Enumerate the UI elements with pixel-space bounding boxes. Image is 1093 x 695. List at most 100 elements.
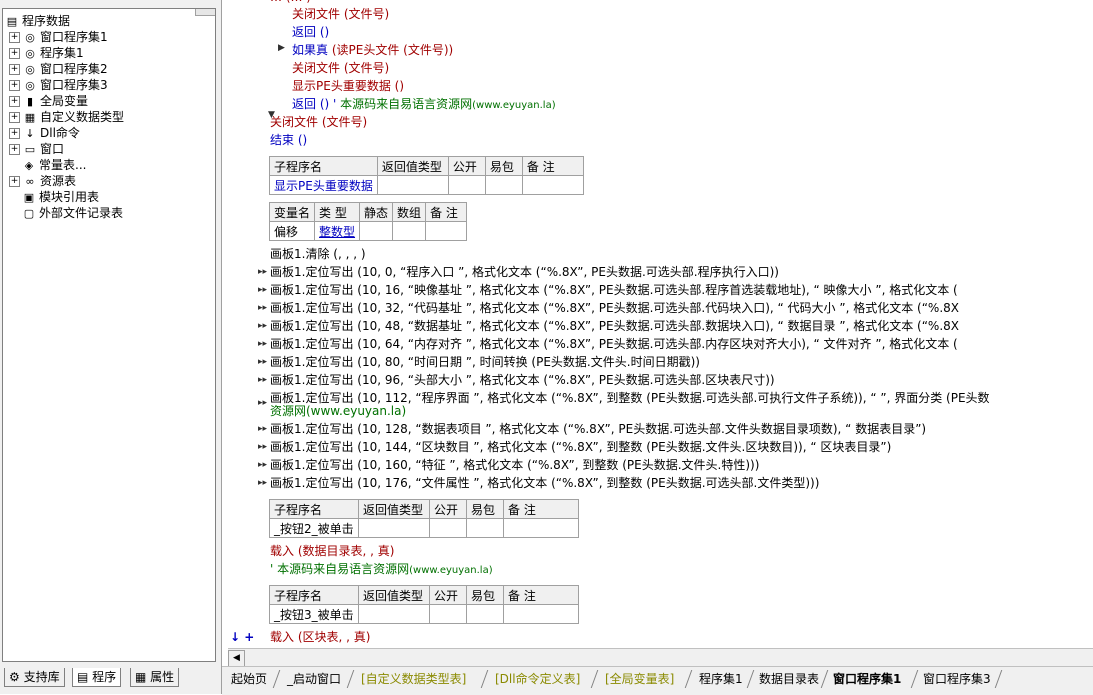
expand-icon[interactable]: + bbox=[9, 80, 20, 91]
collapse-arrows-icon[interactable]: ▸▸ bbox=[258, 478, 267, 488]
scroll-left-icon[interactable]: ◀ bbox=[228, 650, 245, 667]
tab-data-directory[interactable]: 数据目录表 bbox=[756, 670, 822, 688]
expand-icon[interactable]: + bbox=[9, 48, 20, 59]
collapse-arrows-icon[interactable]: ▸▸ bbox=[258, 303, 267, 313]
subroutine-name-cell[interactable]: _按钮2_被单击 bbox=[269, 518, 359, 538]
code-line[interactable]: 返回 () bbox=[292, 23, 329, 41]
collapse-arrows-icon[interactable]: ▸▸ bbox=[258, 267, 267, 277]
tab-program[interactable]: ▤ 程序 bbox=[72, 668, 122, 687]
code-line[interactable]: 如果真 (读PE头文件 (文件号)) bbox=[292, 41, 453, 59]
collapse-arrows-icon[interactable]: ▸▸ bbox=[258, 398, 267, 408]
code-line[interactable]: 关闭文件 (文件号) bbox=[292, 5, 389, 23]
expand-icon[interactable]: + bbox=[9, 144, 20, 155]
tab-properties[interactable]: ▦ 属性 bbox=[130, 668, 180, 687]
tab-dll-commands[interactable]: [Dll命令定义表] bbox=[492, 670, 583, 688]
code-line[interactable]: 画板1.定位写出 (10, 16, “映像基址 ”, 格式化文本 (“%.8X”… bbox=[270, 281, 958, 299]
collapse-arrows-icon[interactable]: ▸▸ bbox=[258, 442, 267, 452]
collapse-arrows-icon[interactable]: ▸▸ bbox=[258, 285, 267, 295]
code-line[interactable]: 画板1.定位写出 (10, 64, “内存对齐 ”, 格式化文本 (“%.8X”… bbox=[270, 335, 958, 353]
tree-root[interactable]: ▤ 程序数据 bbox=[5, 13, 70, 29]
code-line[interactable]: ' 本源码来自易语言资源网(www.eyuyan.la) bbox=[270, 560, 493, 578]
code-line[interactable]: 返回 () ' 本源码来自易语言资源网(www.eyuyan.la) bbox=[292, 95, 556, 113]
cell[interactable] bbox=[503, 518, 579, 538]
code-editor[interactable]: … (… ) 关闭文件 (文件号) 返回 () ▶ 如果真 (读PE头文件 (文… bbox=[222, 0, 1093, 648]
subroutine-table[interactable]: 子程序名 返回值类型 公开 易包 备 注 _按钮2_被单击 bbox=[269, 499, 579, 538]
tree-item-external-files[interactable]: ▢ 外部文件记录表 bbox=[22, 205, 123, 221]
code-line[interactable]: 画板1.定位写出 (10, 0, “程序入口 ”, 格式化文本 (“%.8X”,… bbox=[270, 263, 779, 281]
tab-start-page[interactable]: 起始页 bbox=[228, 670, 270, 688]
tree-item-constants[interactable]: ◈ 常量表... bbox=[22, 157, 87, 173]
expand-icon[interactable]: + bbox=[9, 112, 20, 123]
variable-table[interactable]: 变量名 类 型 静态 数组 备 注 偏移 整数型 bbox=[268, 202, 468, 241]
tab-window-assembly-3[interactable]: 窗口程序集3 bbox=[920, 670, 994, 688]
expand-icon[interactable]: + bbox=[9, 128, 20, 139]
code-line[interactable]: 画板1.清除 (, , , ) bbox=[270, 245, 366, 263]
cell[interactable] bbox=[429, 518, 467, 538]
cell[interactable] bbox=[358, 604, 430, 624]
cell[interactable] bbox=[359, 221, 394, 241]
cell[interactable] bbox=[466, 518, 504, 538]
tree-item-window[interactable]: + ▭ 窗口 bbox=[9, 141, 64, 157]
collapse-arrows-icon[interactable]: ▸▸ bbox=[258, 375, 267, 385]
code-line[interactable]: 关闭文件 (文件号) bbox=[292, 59, 389, 77]
cell[interactable] bbox=[466, 604, 504, 624]
code-line[interactable]: 画板1.定位写出 (10, 48, “数据基址 ”, 格式化文本 (“%.8X”… bbox=[270, 317, 959, 335]
cell[interactable] bbox=[392, 221, 427, 241]
variable-name-cell[interactable]: 偏移 bbox=[268, 221, 316, 241]
subroutine-name-cell[interactable]: _按钮3_被单击 bbox=[269, 604, 359, 624]
code-line[interactable]: 画板1.定位写出 (10, 160, “特征 ”, 格式化文本 (“%.8X”,… bbox=[270, 456, 759, 474]
tab-assembly-1[interactable]: 程序集1 bbox=[696, 670, 746, 688]
tree-item-module-refs[interactable]: ▣ 模块引用表 bbox=[22, 189, 99, 205]
gutter-marker[interactable]: ↓ + bbox=[230, 628, 254, 646]
code-line[interactable]: 画板1.定位写出 (10, 80, “时间日期 ”, 时间转换 (PE头数据.文… bbox=[270, 353, 700, 371]
code-line[interactable]: 画板1.定位写出 (10, 96, “头部大小 ”, 格式化文本 (“%.8X”… bbox=[270, 371, 775, 389]
expand-icon[interactable]: + bbox=[9, 64, 20, 75]
code-line[interactable]: 画板1.定位写出 (10, 176, “文件属性 ”, 格式化文本 (“%.8X… bbox=[270, 474, 819, 492]
code-line[interactable]: 画板1.定位写出 (10, 32, “代码基址 ”, 格式化文本 (“%.8X”… bbox=[270, 299, 959, 317]
code-line[interactable]: 关闭文件 (文件号) bbox=[270, 113, 367, 131]
cell[interactable] bbox=[429, 604, 467, 624]
tree-item-assembly-1[interactable]: + ◎ 程序集1 bbox=[9, 45, 84, 61]
tree-item-global-vars[interactable]: + ▮ 全局变量 bbox=[9, 93, 88, 109]
tree-item-resources[interactable]: + ∞ 资源表 bbox=[9, 173, 76, 189]
expand-icon[interactable]: + bbox=[9, 176, 20, 187]
tree-item-window-assembly-2[interactable]: + ◎ 窗口程序集2 bbox=[9, 61, 108, 77]
tree-scrollbar[interactable] bbox=[195, 9, 215, 16]
horizontal-scrollbar[interactable]: ◀ bbox=[228, 648, 1093, 667]
code-line[interactable]: 画板1.定位写出 (10, 128, “数据表项目 ”, 格式化文本 (“%.8… bbox=[270, 420, 926, 438]
code-line[interactable]: 显示PE头重要数据 () bbox=[292, 77, 404, 95]
cell[interactable] bbox=[376, 175, 449, 195]
subroutine-table[interactable]: 子程序名 返回值类型 公开 易包 备 注 _按钮3_被单击 bbox=[269, 585, 579, 624]
tab-custom-types[interactable]: [自定义数据类型表] bbox=[358, 670, 469, 688]
tab-global-vars[interactable]: [全局变量表] bbox=[602, 670, 677, 688]
tree-item-custom-types[interactable]: + ▦ 自定义数据类型 bbox=[9, 109, 124, 125]
collapse-arrows-icon[interactable]: ▸▸ bbox=[258, 321, 267, 331]
cell[interactable] bbox=[484, 175, 523, 195]
collapse-arrows-icon[interactable]: ▸▸ bbox=[258, 460, 267, 470]
code-line-current[interactable]: 载入 (区块表, , 真) bbox=[270, 628, 370, 646]
tree-item-window-assembly-1[interactable]: + ◎ 窗口程序集1 bbox=[9, 29, 108, 45]
subroutine-name-cell[interactable]: 显示PE头重要数据 bbox=[269, 175, 378, 195]
collapse-arrows-icon[interactable]: ▸▸ bbox=[258, 424, 267, 434]
expand-icon[interactable]: + bbox=[9, 96, 20, 107]
tab-window-assembly-1[interactable]: 窗口程序集1 bbox=[830, 670, 904, 688]
tab-startup-window[interactable]: _启动窗口 bbox=[284, 670, 344, 688]
code-line[interactable]: 画板1.定位写出 (10, 144, “区块数目 ”, 格式化文本 (“%.8X… bbox=[270, 438, 891, 456]
tab-support-library[interactable]: ⚙ 支持库 bbox=[4, 668, 65, 687]
variable-type-cell[interactable]: 整数型 bbox=[314, 221, 361, 241]
expand-icon[interactable]: + bbox=[9, 32, 20, 43]
code-line[interactable]: 载入 (数据目录表, , 真) bbox=[270, 542, 394, 560]
tree-item-dll-commands[interactable]: + ↓ Dll命令 bbox=[9, 125, 80, 141]
program-tree[interactable]: ▤ 程序数据 + ◎ 窗口程序集1 + ◎ 程序集1 + ◎ 窗口程序集2 + ◎ 窗口程序集3 … bbox=[2, 8, 216, 662]
code-line-wrap[interactable]: 资源网(www.eyuyan.la) bbox=[270, 402, 406, 420]
subroutine-table[interactable]: 子程序名 返回值类型 公开 易包 备 注 显示PE头重要数据 bbox=[269, 156, 584, 195]
cell[interactable] bbox=[447, 175, 486, 195]
collapse-arrows-icon[interactable]: ▸▸ bbox=[258, 357, 267, 367]
cell[interactable] bbox=[358, 518, 430, 538]
cell[interactable] bbox=[425, 221, 468, 241]
cell[interactable] bbox=[521, 175, 584, 195]
collapse-arrows-icon[interactable]: ▸▸ bbox=[258, 339, 267, 349]
tree-item-window-assembly-3[interactable]: + ◎ 窗口程序集3 bbox=[9, 77, 108, 93]
cell[interactable] bbox=[503, 604, 579, 624]
code-line[interactable]: 结束 () bbox=[270, 131, 307, 149]
